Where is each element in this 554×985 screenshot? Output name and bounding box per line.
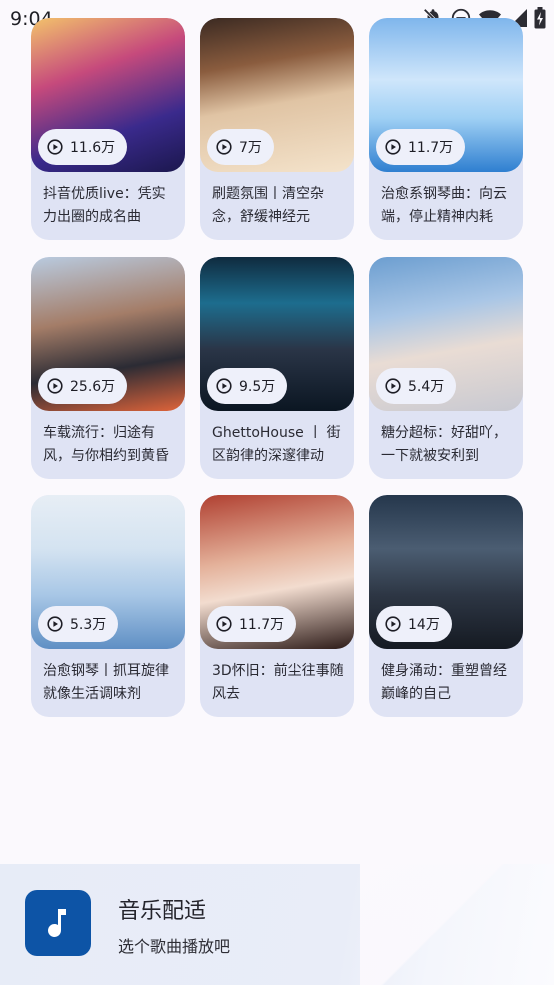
play-count-badge: 7万 — [207, 129, 274, 165]
play-circle-icon — [47, 616, 63, 632]
playlist-cover: 5.3万 — [31, 495, 185, 649]
playlist-cover: 11.6万 — [31, 18, 185, 172]
playlist-card[interactable]: 25.6万 车载流行：归途有风，与你相约到黄昏 — [31, 257, 185, 479]
play-circle-icon — [385, 378, 401, 394]
playlist-title: 治愈系钢琴曲：向云端，停止精神内耗 — [381, 186, 507, 225]
playlist-card[interactable]: 11.6万 抖音优质live：凭实力出圈的成名曲 — [31, 18, 185, 240]
playlist-title: GhettoHouse 丨 街区韵律的深邃律动 — [212, 425, 341, 464]
playlist-card[interactable]: 5.3万 治愈钢琴丨抓耳旋律就像生活调味剂 — [31, 495, 185, 717]
playlist-card[interactable]: 7万 刷题氛围丨清空杂念，舒缓神经元 — [200, 18, 354, 240]
playlist-title: 抖音优质live：凭实力出圈的成名曲 — [43, 186, 166, 225]
playlist-title: 糖分超标：好甜吖，一下就被安利到 — [381, 425, 507, 464]
play-count-badge: 14万 — [376, 606, 452, 642]
play-count: 7万 — [239, 140, 262, 156]
play-circle-icon — [47, 378, 63, 394]
playlist-cover: 9.5万 — [200, 257, 354, 411]
play-circle-icon — [216, 139, 232, 155]
player-subtitle: 选个歌曲播放吧 — [118, 937, 231, 956]
play-circle-icon — [47, 139, 63, 155]
play-count-badge: 5.4万 — [376, 368, 457, 404]
player-title: 音乐配适 — [118, 899, 207, 924]
playlist-cover: 11.7万 — [200, 495, 354, 649]
play-count-badge: 11.7万 — [376, 129, 466, 165]
play-count-badge: 25.6万 — [38, 368, 128, 404]
music-note-icon — [48, 909, 66, 937]
mini-player-accent — [360, 864, 554, 985]
play-count: 5.3万 — [70, 617, 107, 633]
play-count: 11.7万 — [239, 617, 285, 633]
playlist-cover: 7万 — [200, 18, 354, 172]
play-count-badge: 5.3万 — [38, 606, 119, 642]
playlist-cover: 25.6万 — [31, 257, 185, 411]
play-count: 11.7万 — [408, 140, 454, 156]
playlist-card[interactable]: 9.5万 GhettoHouse 丨 街区韵律的深邃律动 — [200, 257, 354, 479]
playlist-title: 刷题氛围丨清空杂念，舒缓神经元 — [212, 186, 324, 225]
play-circle-icon — [385, 139, 401, 155]
play-count-badge: 11.6万 — [38, 129, 128, 165]
play-count: 25.6万 — [70, 379, 116, 395]
battery-charging-icon — [534, 7, 546, 29]
playlist-cover: 14万 — [369, 495, 523, 649]
play-count: 14万 — [408, 617, 440, 633]
playlist-title: 健身涌动：重塑曾经巅峰的自己 — [381, 663, 507, 702]
play-count: 5.4万 — [408, 379, 445, 395]
play-circle-icon — [216, 378, 232, 394]
playlist-card[interactable]: 11.7万 治愈系钢琴曲：向云端，停止精神内耗 — [369, 18, 523, 240]
playlist-card[interactable]: 11.7万 3D怀旧：前尘往事随风去 — [200, 495, 354, 717]
play-circle-icon — [385, 616, 401, 632]
playlist-cover: 5.4万 — [369, 257, 523, 411]
play-count-badge: 11.7万 — [207, 606, 297, 642]
playlist-card[interactable]: 5.4万 糖分超标：好甜吖，一下就被安利到 — [369, 257, 523, 479]
playlist-title: 车载流行：归途有风，与你相约到黄昏 — [43, 425, 169, 464]
play-count: 9.5万 — [239, 379, 276, 395]
playlist-title: 治愈钢琴丨抓耳旋律就像生活调味剂 — [43, 663, 169, 702]
play-count-badge: 9.5万 — [207, 368, 288, 404]
playlist-cover: 11.7万 — [369, 18, 523, 172]
play-circle-icon — [216, 616, 232, 632]
playlist-title: 3D怀旧：前尘往事随风去 — [212, 663, 344, 702]
playlist-card[interactable]: 14万 健身涌动：重塑曾经巅峰的自己 — [369, 495, 523, 717]
now-playing-artwork[interactable] — [25, 890, 91, 956]
play-count: 11.6万 — [70, 140, 116, 156]
